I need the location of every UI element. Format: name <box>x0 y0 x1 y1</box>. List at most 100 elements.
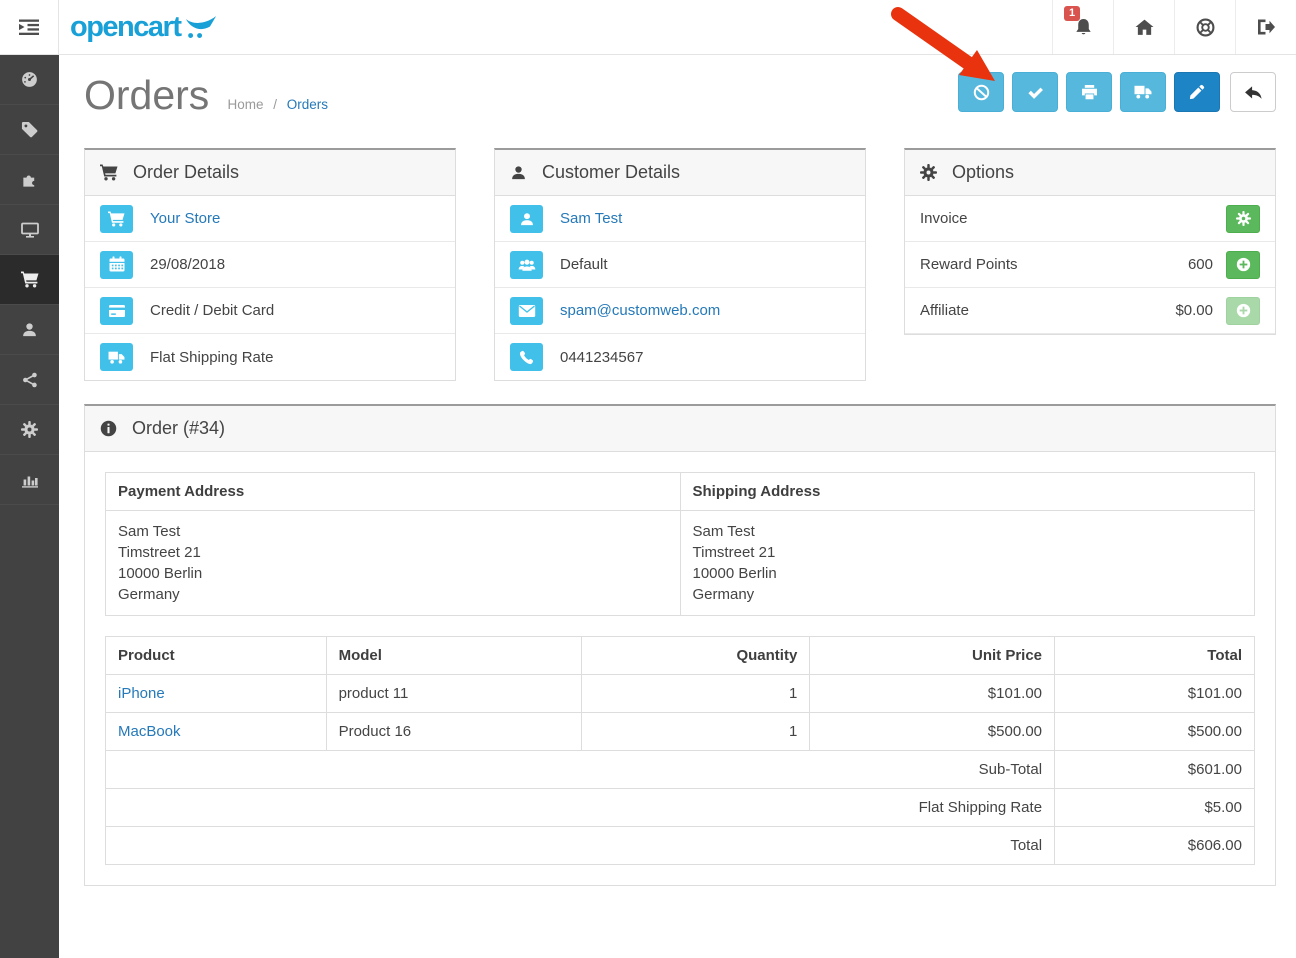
col-model: Model <box>326 637 581 675</box>
customer-details-panel: Customer Details Sam Test <box>494 148 866 381</box>
users-icon <box>510 251 543 279</box>
tag-icon <box>21 121 38 138</box>
sidebar-item-dashboard[interactable] <box>0 55 59 105</box>
sidebar-item-design[interactable] <box>0 205 59 255</box>
product-link[interactable]: iPhone <box>118 685 165 702</box>
customer-email-row: spam@customweb.com <box>495 288 865 334</box>
add-affiliate-commission-button[interactable] <box>1226 297 1260 325</box>
affiliate-row: Affiliate $0.00 <box>905 288 1275 334</box>
breadcrumb-home-link[interactable]: Home <box>227 97 263 112</box>
opencart-logo[interactable]: opencart <box>59 0 218 54</box>
logo-text: opencart <box>70 13 180 42</box>
home-icon <box>1135 19 1154 36</box>
address-line: Sam Test <box>118 521 668 542</box>
address-line: Timstreet 21 <box>118 542 668 563</box>
customer-email-link[interactable]: spam@customweb.com <box>560 302 720 319</box>
store-link[interactable]: Your Store <box>150 210 220 227</box>
menu-toggle-icon <box>19 19 39 35</box>
customer-phone: 0441234567 <box>560 349 643 366</box>
address-header-row: Payment Address Shipping Address <box>106 473 1255 511</box>
reply-icon <box>1244 85 1263 100</box>
calendar-icon <box>100 251 133 279</box>
payment-method-row: Credit / Debit Card <box>85 288 455 334</box>
cancel-order-button[interactable] <box>958 72 1004 112</box>
unit-price-cell: $101.00 <box>810 675 1055 713</box>
address-line: Germany <box>118 584 668 605</box>
shopping-cart-icon <box>21 271 39 288</box>
col-unit-price: Unit Price <box>810 637 1055 675</box>
products-header-row: Product Model Quantity Unit Price Total <box>106 637 1255 675</box>
address-line: Timstreet 21 <box>693 542 1243 563</box>
unit-price-cell: $500.00 <box>810 713 1055 751</box>
shopping-cart-icon <box>100 205 133 233</box>
sidebar-item-marketing[interactable] <box>0 355 59 405</box>
header-actions: 1 <box>1052 0 1296 54</box>
bar-chart-icon <box>21 472 39 488</box>
sidebar-item-sales[interactable] <box>0 255 59 305</box>
invoice-label: Invoice <box>920 210 1213 227</box>
sidebar-item-catalog[interactable] <box>0 105 59 155</box>
options-heading: Options <box>905 150 1275 196</box>
date-added: 29/08/2018 <box>150 256 225 273</box>
shipping-method: Flat Shipping Rate <box>150 349 273 366</box>
product-link[interactable]: MacBook <box>118 723 181 740</box>
order-title: Order (#34) <box>132 418 225 439</box>
support-button[interactable] <box>1174 0 1235 54</box>
model-cell: product 11 <box>326 675 581 713</box>
sign-out-icon <box>1257 19 1275 35</box>
panel-title: Options <box>952 162 1014 183</box>
logout-button[interactable] <box>1235 0 1296 54</box>
print-invoice-button[interactable] <box>1066 72 1112 112</box>
main-content: Orders Home / Orders <box>59 55 1296 958</box>
reward-points-value: 600 <box>1188 256 1213 273</box>
customer-phone-row: 0441234567 <box>495 334 865 380</box>
affiliate-value: $0.00 <box>1175 302 1213 319</box>
totals-row: Total $606.00 <box>106 827 1255 865</box>
customer-link[interactable]: Sam Test <box>560 210 622 227</box>
confirm-order-button[interactable] <box>1012 72 1058 112</box>
user-icon <box>21 322 38 337</box>
generate-invoice-button[interactable] <box>1226 205 1260 233</box>
dashboard-icon <box>21 71 38 88</box>
shipping-method-row: Flat Shipping Rate <box>85 334 455 380</box>
back-button[interactable] <box>1230 72 1276 112</box>
menu-toggle-button[interactable] <box>0 0 59 54</box>
sidebar-item-system[interactable] <box>0 405 59 455</box>
col-quantity: Quantity <box>581 637 810 675</box>
share-icon <box>22 372 38 388</box>
notification-badge: 1 <box>1064 6 1080 21</box>
shipping-total-label: Flat Shipping Rate <box>106 789 1055 827</box>
envelope-icon <box>510 297 543 325</box>
breadcrumb-orders-link[interactable]: Orders <box>287 97 328 112</box>
edit-order-button[interactable] <box>1174 72 1220 112</box>
summary-panels: Order Details Your Store <box>84 148 1276 381</box>
sidebar-item-reports[interactable] <box>0 455 59 505</box>
panel-title: Customer Details <box>542 162 680 183</box>
order-details-heading: Order Details <box>85 150 455 196</box>
plus-circle-icon <box>1236 303 1251 318</box>
subtotal-label: Sub-Total <box>106 751 1055 789</box>
quantity-cell: 1 <box>581 713 810 751</box>
sidebar-item-customers[interactable] <box>0 305 59 355</box>
order-panel: Order (#34) Payment Address Shipping Add… <box>84 404 1276 886</box>
sidebar-item-extensions[interactable] <box>0 155 59 205</box>
affiliate-label: Affiliate <box>920 302 1175 319</box>
home-button[interactable] <box>1113 0 1174 54</box>
address-table: Payment Address Shipping Address Sam Tes… <box>105 472 1255 616</box>
shopping-cart-icon <box>100 164 118 181</box>
gear-icon <box>1236 211 1251 226</box>
address-body-row: Sam Test Timstreet 21 10000 Berlin Germa… <box>106 511 1255 616</box>
check-icon <box>1027 84 1044 101</box>
add-reward-points-button[interactable] <box>1226 251 1260 279</box>
totals-row: Flat Shipping Rate $5.00 <box>106 789 1255 827</box>
truck-icon <box>1134 84 1152 100</box>
notifications-button[interactable]: 1 <box>1052 0 1113 54</box>
subtotal-value: $601.00 <box>1055 751 1255 789</box>
print-shipping-list-button[interactable] <box>1120 72 1166 112</box>
shipping-address: Sam Test Timstreet 21 10000 Berlin Germa… <box>680 511 1255 616</box>
total-cell: $101.00 <box>1055 675 1255 713</box>
order-panel-body: Payment Address Shipping Address Sam Tes… <box>85 452 1275 885</box>
reward-points-label: Reward Points <box>920 256 1188 273</box>
payment-address: Sam Test Timstreet 21 10000 Berlin Germa… <box>106 511 681 616</box>
order-details-panel: Order Details Your Store <box>84 148 456 381</box>
